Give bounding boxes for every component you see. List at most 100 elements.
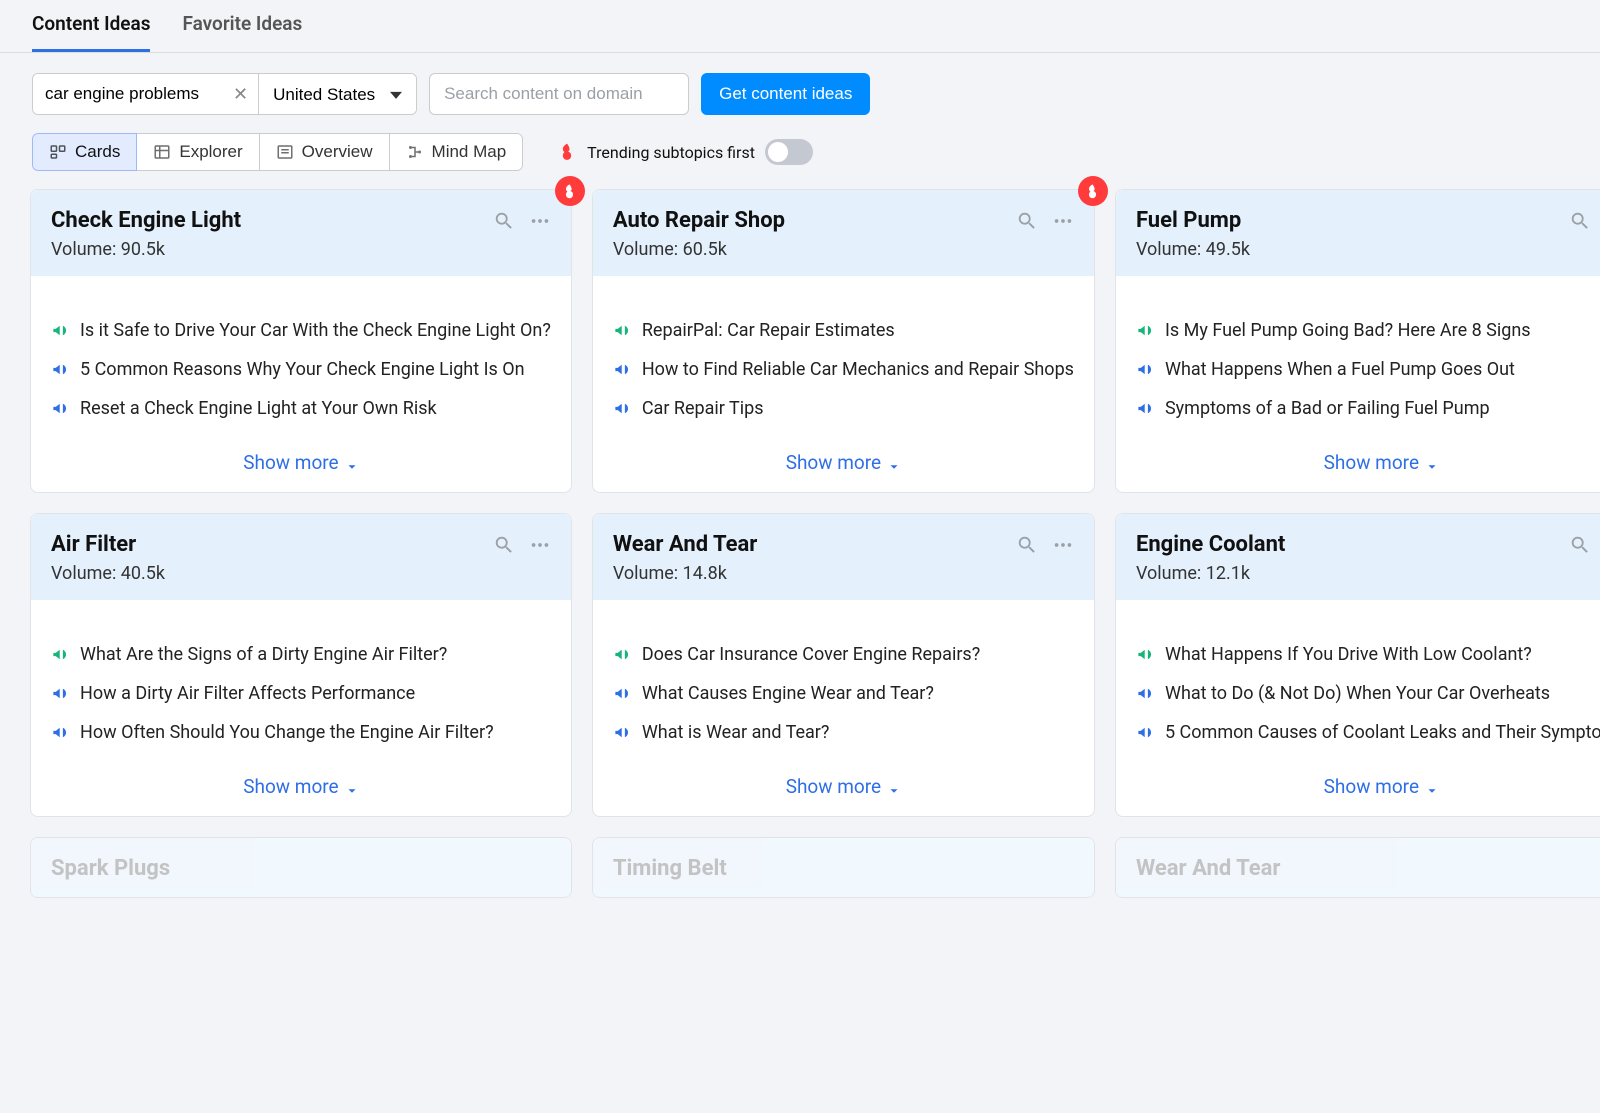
idea-row[interactable]: How to Find Reliable Car Mechanics and R… <box>613 359 1074 380</box>
country-select[interactable]: United States <box>258 74 416 114</box>
idea-row[interactable]: What Happens When a Fuel Pump Goes Out <box>1136 359 1600 380</box>
idea-row[interactable]: What Causes Engine Wear and Tear? <box>613 683 1074 704</box>
show-more-link[interactable]: Show more <box>786 775 901 798</box>
card-search-button[interactable] <box>493 534 515 556</box>
idea-text: RepairPal: Car Repair Estimates <box>642 320 895 341</box>
show-more-label: Show more <box>1324 451 1419 474</box>
show-more-label: Show more <box>786 775 881 798</box>
card-more-button[interactable] <box>529 210 551 232</box>
card-title: Check Engine Light <box>51 208 241 233</box>
show-more-row: Show more <box>593 761 1094 816</box>
bullhorn-icon <box>1136 645 1155 664</box>
close-icon: ✕ <box>233 84 248 104</box>
idea-text: What Happens If You Drive With Low Coola… <box>1165 644 1532 665</box>
domain-search-input[interactable] <box>429 73 689 115</box>
show-more-link[interactable]: Show more <box>243 451 358 474</box>
idea-row[interactable]: Does Car Insurance Cover Engine Repairs? <box>613 644 1074 665</box>
chevron-down-icon <box>887 456 901 470</box>
idea-row[interactable]: What Are the Signs of a Dirty Engine Air… <box>51 644 551 665</box>
card-search-button[interactable] <box>1569 534 1591 556</box>
bullhorn-icon <box>51 321 70 340</box>
bullhorn-icon <box>613 684 632 703</box>
cards-icon <box>49 143 67 161</box>
idea-row[interactable]: Is it Safe to Drive Your Car With the Ch… <box>51 320 551 341</box>
card-body: What Are the Signs of a Dirty Engine Air… <box>31 600 571 761</box>
bullhorn-icon <box>1136 360 1155 379</box>
tab-favorite-ideas[interactable]: Favorite Ideas <box>182 12 302 52</box>
idea-row[interactable]: Symptoms of a Bad or Failing Fuel Pump <box>1136 398 1600 419</box>
view-explorer[interactable]: Explorer <box>137 133 259 171</box>
chevron-down-icon <box>887 780 901 794</box>
keyword-input[interactable] <box>33 74 223 114</box>
card-search-button[interactable] <box>493 210 515 232</box>
card-header: Spark Plugs <box>31 838 571 897</box>
card-search-button[interactable] <box>1569 210 1591 232</box>
card-volume: Volume: 40.5k <box>51 563 551 584</box>
idea-row[interactable]: Is My Fuel Pump Going Bad? Here Are 8 Si… <box>1136 320 1600 341</box>
idea-row[interactable]: How a Dirty Air Filter Affects Performan… <box>51 683 551 704</box>
card-volume: Volume: 90.5k <box>51 239 551 260</box>
card-header: Wear And Tear Volume: 14.8k <box>593 514 1094 600</box>
trending-badge <box>555 176 585 206</box>
idea-text: What Happens When a Fuel Pump Goes Out <box>1165 359 1515 380</box>
show-more-row: Show more <box>593 437 1094 492</box>
view-explorer-label: Explorer <box>179 142 242 162</box>
card-body: Is it Safe to Drive Your Car With the Ch… <box>31 276 571 437</box>
view-mindmap[interactable]: Mind Map <box>390 133 524 171</box>
idea-row[interactable]: 5 Common Reasons Why Your Check Engine L… <box>51 359 551 380</box>
show-more-link[interactable]: Show more <box>1324 775 1439 798</box>
view-row: Cards Explorer Overview Mind Map Trendin… <box>0 125 1600 189</box>
card-title: Auto Repair Shop <box>613 208 785 233</box>
clear-keyword-button[interactable]: ✕ <box>223 74 258 114</box>
card-body: What Happens If You Drive With Low Coola… <box>1116 600 1600 761</box>
idea-row[interactable]: What is Wear and Tear? <box>613 722 1074 743</box>
topic-card-partial: Spark Plugs <box>30 837 572 898</box>
view-cards-label: Cards <box>75 142 120 162</box>
topic-card: Fuel Pump Volume: 49.5k Is My Fuel Pump … <box>1115 189 1600 493</box>
topic-card-partial: Wear And Tear <box>1115 837 1600 898</box>
idea-text: What Causes Engine Wear and Tear? <box>642 683 934 704</box>
idea-text: Is My Fuel Pump Going Bad? Here Are 8 Si… <box>1165 320 1531 341</box>
bullhorn-icon <box>1136 684 1155 703</box>
card-body: Does Car Insurance Cover Engine Repairs?… <box>593 600 1094 761</box>
idea-row[interactable]: Car Repair Tips <box>613 398 1074 419</box>
chevron-down-icon <box>1425 456 1439 470</box>
bullhorn-icon <box>1136 723 1155 742</box>
card-more-button[interactable] <box>529 534 551 556</box>
topic-card: Check Engine Light Volume: 90.5k Is it S… <box>30 189 572 493</box>
show-more-label: Show more <box>243 451 338 474</box>
mindmap-icon <box>406 143 424 161</box>
tab-content-ideas[interactable]: Content Ideas <box>32 12 150 52</box>
keyword-country-group: ✕ United States <box>32 73 417 115</box>
bullhorn-icon <box>613 360 632 379</box>
card-search-button[interactable] <box>1016 210 1038 232</box>
show-more-link[interactable]: Show more <box>786 451 901 474</box>
idea-row[interactable]: How Often Should You Change the Engine A… <box>51 722 551 743</box>
chevron-down-icon <box>345 456 359 470</box>
bullhorn-icon <box>51 399 70 418</box>
show-more-link[interactable]: Show more <box>243 775 358 798</box>
idea-row[interactable]: What to Do (& Not Do) When Your Car Over… <box>1136 683 1600 704</box>
card-more-button[interactable] <box>1052 534 1074 556</box>
view-overview[interactable]: Overview <box>260 133 390 171</box>
idea-text: What Are the Signs of a Dirty Engine Air… <box>80 644 447 665</box>
trending-toggle[interactable] <box>765 139 813 165</box>
idea-text: 5 Common Causes of Coolant Leaks and The… <box>1165 722 1600 743</box>
bullhorn-icon <box>51 645 70 664</box>
idea-row[interactable]: 5 Common Causes of Coolant Leaks and The… <box>1136 722 1600 743</box>
show-more-link[interactable]: Show more <box>1324 451 1439 474</box>
bullhorn-icon <box>613 399 632 418</box>
bullhorn-icon <box>613 723 632 742</box>
idea-text: What is Wear and Tear? <box>642 722 830 743</box>
idea-row[interactable]: Reset a Check Engine Light at Your Own R… <box>51 398 551 419</box>
idea-row[interactable]: What Happens If You Drive With Low Coola… <box>1136 644 1600 665</box>
idea-row[interactable]: RepairPal: Car Repair Estimates <box>613 320 1074 341</box>
card-more-button[interactable] <box>1052 210 1074 232</box>
card-body: Is My Fuel Pump Going Bad? Here Are 8 Si… <box>1116 276 1600 437</box>
card-title: Timing Belt <box>613 856 727 881</box>
get-content-ideas-button[interactable]: Get content ideas <box>701 73 870 115</box>
view-cards[interactable]: Cards <box>32 133 137 171</box>
card-search-button[interactable] <box>1016 534 1038 556</box>
card-volume: Volume: 60.5k <box>613 239 1074 260</box>
card-header: Auto Repair Shop Volume: 60.5k <box>593 190 1094 276</box>
